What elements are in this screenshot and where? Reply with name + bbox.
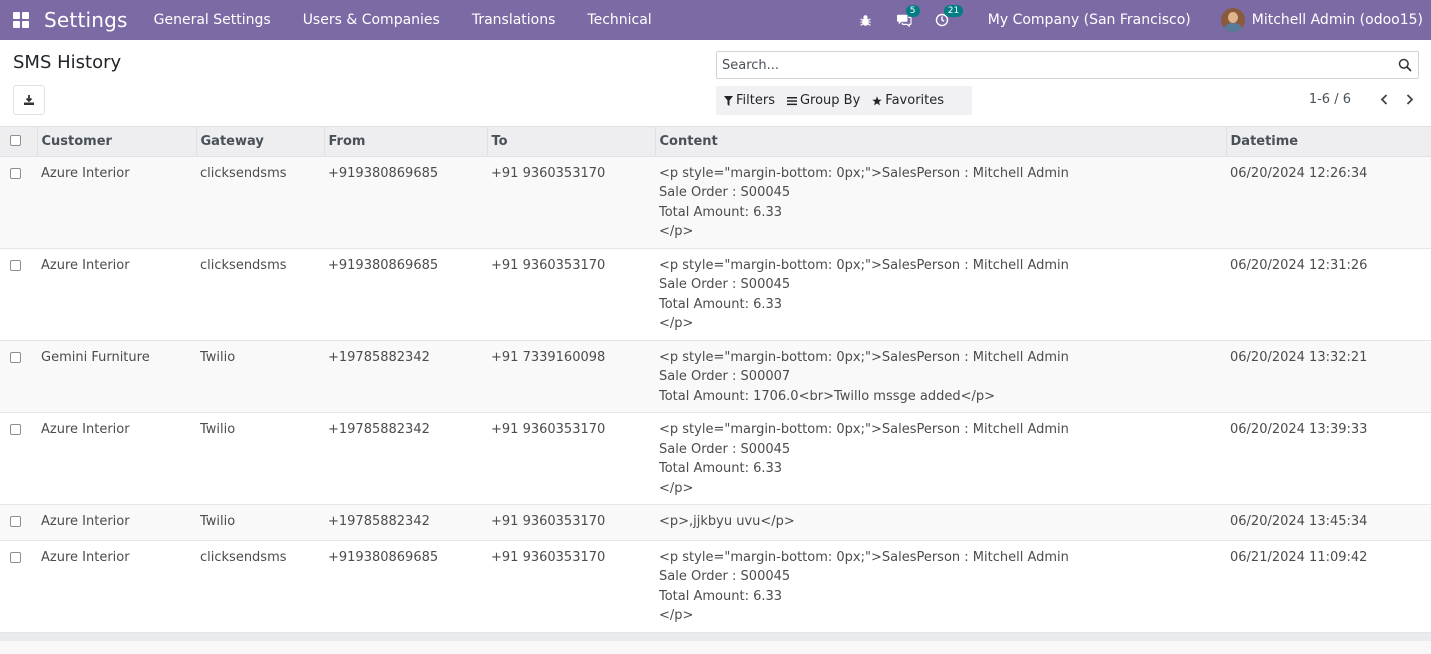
column-header-customer[interactable]: Customer bbox=[37, 127, 197, 157]
pager-previous-button[interactable] bbox=[1377, 93, 1391, 107]
filter-funnel-icon bbox=[724, 95, 733, 106]
cell-content: <p style="margin-bottom: 0px;">SalesPers… bbox=[655, 540, 1226, 633]
cell-datetime: 06/20/2024 13:45:34 bbox=[1226, 504, 1431, 541]
app-title[interactable]: Settings bbox=[44, 8, 128, 32]
activities-count-badge: 21 bbox=[943, 5, 964, 17]
table-row[interactable]: Azure Interior clicksendsms +91938086968… bbox=[0, 156, 1431, 249]
cell-customer: Azure Interior bbox=[37, 412, 196, 505]
messages-chat-icon[interactable]: 5 bbox=[896, 5, 920, 28]
sms-history-table: Customer Gateway From To Content Datetim… bbox=[0, 127, 1431, 633]
search-options-bar: Filters Group By Favorites bbox=[716, 86, 973, 115]
list-footer bbox=[0, 632, 1431, 641]
filters-label: Filters bbox=[736, 93, 775, 108]
chevron-right-icon bbox=[1406, 94, 1414, 105]
column-header-content[interactable]: Content bbox=[655, 127, 1227, 157]
group-by-label: Group By bbox=[799, 93, 861, 108]
cell-content: <p style="margin-bottom: 0px;">SalesPers… bbox=[655, 340, 1226, 413]
table-row[interactable]: Azure Interior Twilio +19785882342 +91 9… bbox=[0, 412, 1431, 505]
cell-gateway: clicksendsms bbox=[196, 156, 324, 249]
row-checkbox[interactable] bbox=[10, 424, 21, 435]
apps-menu-icon[interactable] bbox=[13, 12, 29, 28]
cell-to: +91 9360353170 bbox=[487, 248, 655, 341]
cell-to: +91 9360353170 bbox=[487, 540, 655, 633]
cell-datetime: 06/20/2024 13:32:21 bbox=[1226, 340, 1431, 413]
select-all-checkbox[interactable] bbox=[10, 134, 21, 146]
cell-gateway: clicksendsms bbox=[196, 540, 324, 633]
page-title: SMS History bbox=[13, 52, 122, 73]
favorites-button[interactable]: Favorites bbox=[872, 93, 944, 108]
cell-to: +91 9360353170 bbox=[487, 504, 655, 541]
menu-users-companies[interactable]: Users & Companies bbox=[303, 12, 440, 28]
download-icon bbox=[24, 95, 34, 105]
chevron-left-icon bbox=[1380, 94, 1388, 105]
column-header-to[interactable]: To bbox=[487, 127, 656, 157]
filters-button[interactable]: Filters bbox=[724, 93, 775, 108]
search-box bbox=[716, 51, 1419, 79]
menu-technical[interactable]: Technical bbox=[587, 12, 651, 28]
column-header-gateway[interactable]: Gateway bbox=[196, 127, 325, 157]
messages-count-badge: 5 bbox=[905, 5, 920, 17]
cell-datetime: 06/20/2024 12:31:26 bbox=[1226, 248, 1431, 341]
user-menu[interactable]: Mitchell Admin (odoo15) bbox=[1252, 12, 1423, 28]
cell-customer: Azure Interior bbox=[37, 248, 196, 341]
cell-content: <p style="margin-bottom: 0px;">SalesPers… bbox=[655, 412, 1226, 505]
cell-content: <p>,jjkbyu uvu</p> bbox=[655, 504, 1226, 541]
menu-translations[interactable]: Translations bbox=[472, 12, 556, 28]
cell-from: +19785882342 bbox=[324, 504, 487, 541]
cell-customer: Azure Interior bbox=[37, 156, 196, 249]
cell-content: <p style="margin-bottom: 0px;">SalesPers… bbox=[655, 156, 1226, 249]
cell-customer: Azure Interior bbox=[37, 504, 196, 541]
table-row[interactable]: Azure Interior clicksendsms +91938086968… bbox=[0, 540, 1431, 633]
pager-value[interactable]: 1-6 / 6 bbox=[1309, 92, 1351, 107]
group-by-button[interactable]: Group By bbox=[786, 93, 861, 108]
menu-general-settings[interactable]: General Settings bbox=[154, 12, 271, 28]
cell-datetime: 06/20/2024 12:26:34 bbox=[1226, 156, 1431, 249]
cell-datetime: 06/20/2024 13:39:33 bbox=[1226, 412, 1431, 505]
favorites-label: Favorites bbox=[885, 93, 945, 108]
cell-datetime: 06/21/2024 11:09:42 bbox=[1226, 540, 1431, 633]
export-download-button[interactable] bbox=[13, 85, 45, 115]
search-input[interactable] bbox=[717, 52, 1418, 78]
user-avatar[interactable] bbox=[1220, 8, 1245, 32]
table-row[interactable]: Azure Interior Twilio +19785882342 +91 9… bbox=[0, 504, 1431, 541]
pager-next-button[interactable] bbox=[1403, 93, 1417, 107]
row-checkbox[interactable] bbox=[10, 551, 21, 563]
cell-gateway: clicksendsms bbox=[196, 248, 324, 341]
table-header-row: Customer Gateway From To Content Datetim… bbox=[0, 127, 1431, 157]
cell-gateway: Twilio bbox=[196, 504, 324, 541]
cell-content: <p style="margin-bottom: 0px;">SalesPers… bbox=[655, 248, 1226, 341]
sms-history-list: Customer Gateway From To Content Datetim… bbox=[0, 127, 1431, 641]
control-panel: SMS History Filters Group By Favorites 1… bbox=[0, 40, 1431, 127]
debug-bug-icon[interactable] bbox=[858, 12, 874, 28]
table-row[interactable]: Azure Interior clicksendsms +91938086968… bbox=[0, 248, 1431, 341]
cell-gateway: Twilio bbox=[196, 412, 324, 505]
column-header-from[interactable]: From bbox=[324, 127, 488, 157]
cell-from: +19785882342 bbox=[324, 340, 487, 413]
group-by-bars-icon bbox=[786, 96, 797, 106]
star-icon bbox=[872, 95, 882, 106]
search-icon[interactable] bbox=[1398, 58, 1412, 72]
cell-from: +919380869685 bbox=[324, 248, 487, 341]
cell-to: +91 9360353170 bbox=[487, 412, 655, 505]
cell-from: +19785882342 bbox=[324, 412, 487, 505]
cell-from: +919380869685 bbox=[324, 156, 487, 249]
cell-to: +91 9360353170 bbox=[487, 156, 655, 249]
row-checkbox[interactable] bbox=[10, 516, 21, 527]
cell-from: +919380869685 bbox=[324, 540, 487, 633]
row-checkbox[interactable] bbox=[10, 167, 21, 179]
activities-clock-icon[interactable]: 21 bbox=[934, 5, 964, 28]
cell-customer: Gemini Furniture bbox=[37, 340, 196, 413]
top-navbar: Settings General Settings Users & Compan… bbox=[0, 0, 1431, 40]
cell-customer: Azure Interior bbox=[37, 540, 196, 633]
row-checkbox[interactable] bbox=[10, 351, 21, 363]
cell-to: +91 7339160098 bbox=[487, 340, 655, 413]
column-header-datetime[interactable]: Datetime bbox=[1226, 127, 1431, 157]
table-row[interactable]: Gemini Furniture Twilio +19785882342 +91… bbox=[0, 340, 1431, 413]
row-checkbox[interactable] bbox=[10, 259, 21, 271]
pager: 1-6 / 6 bbox=[1309, 92, 1417, 107]
company-switcher[interactable]: My Company (San Francisco) bbox=[988, 12, 1191, 28]
cell-gateway: Twilio bbox=[196, 340, 324, 413]
